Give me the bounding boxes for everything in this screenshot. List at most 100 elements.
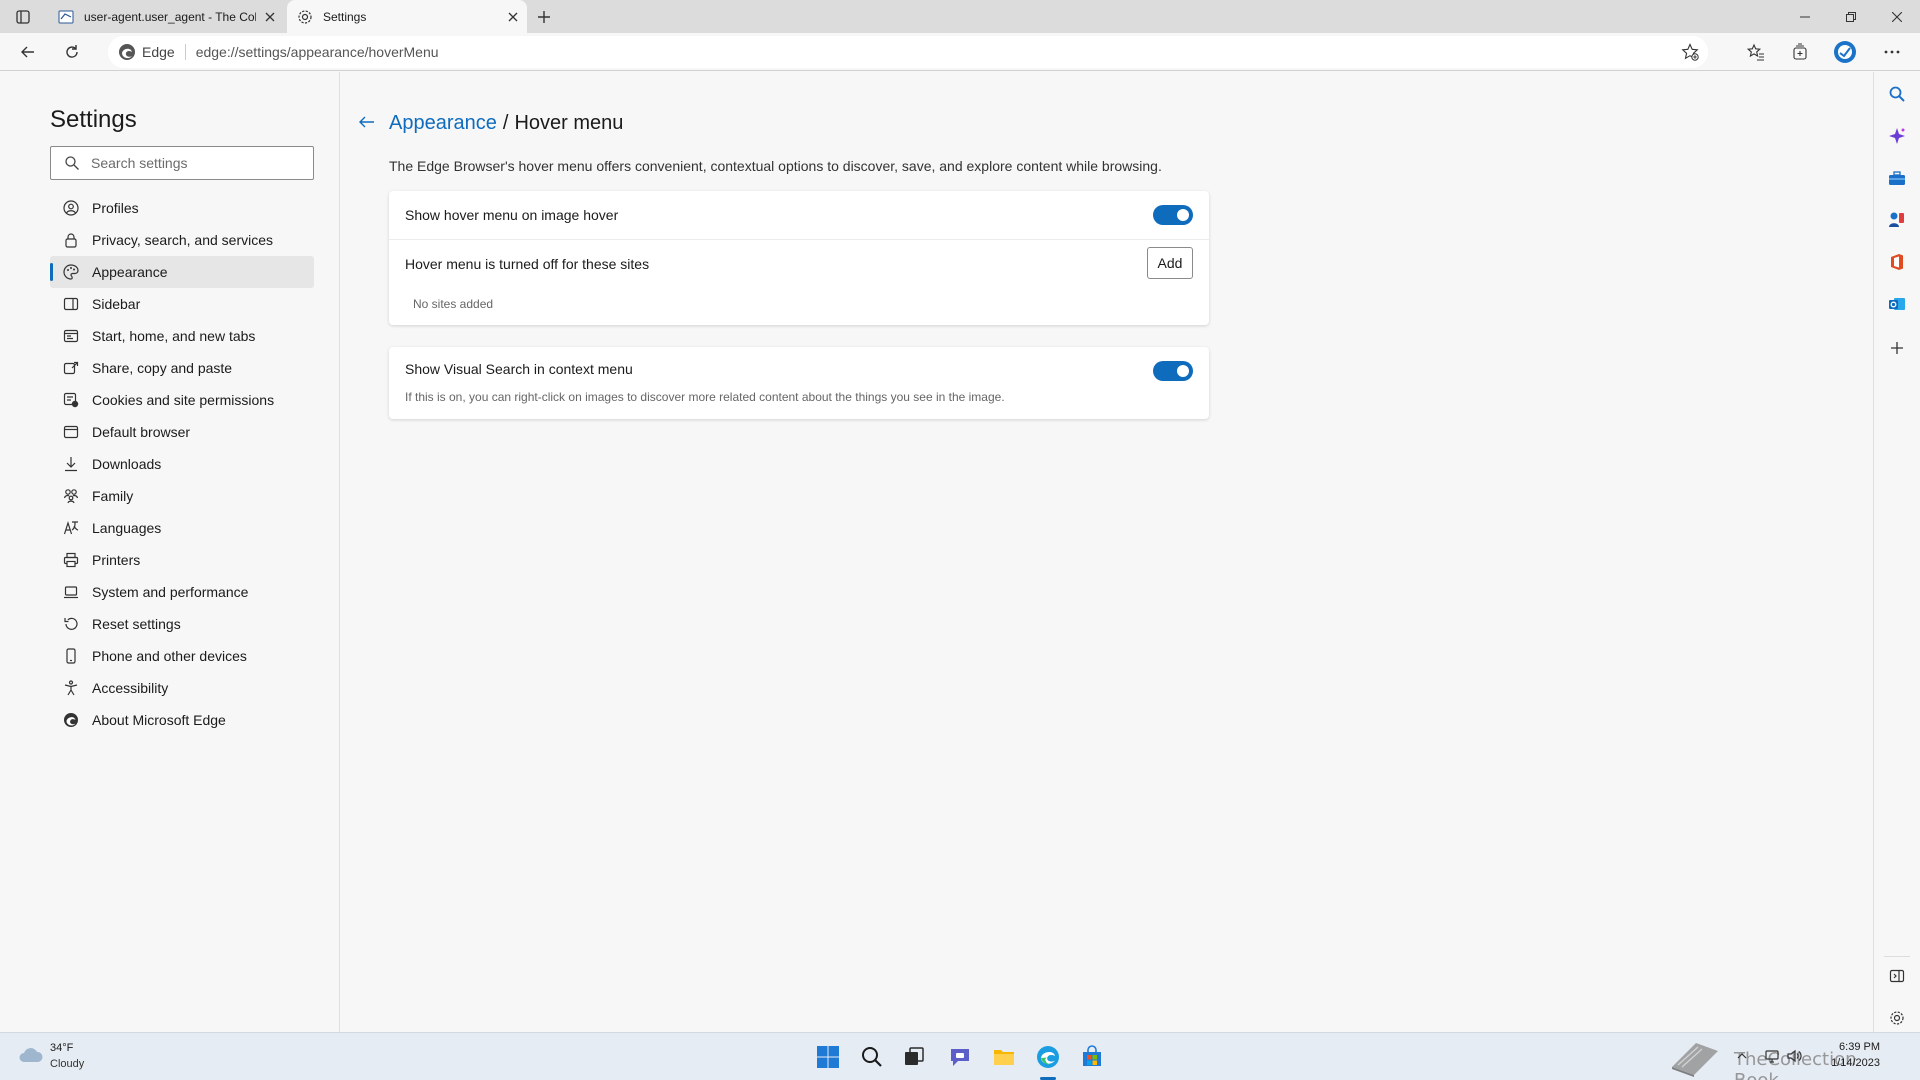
nav-item-languages[interactable]: Languages <box>50 512 314 544</box>
nav-item-label: Start, home, and new tabs <box>92 328 256 344</box>
collections-button[interactable] <box>1786 38 1814 66</box>
weather-condition[interactable]: Cloudy <box>50 1058 84 1070</box>
phone-icon <box>62 647 80 665</box>
sidebar-discover-button[interactable] <box>1887 126 1907 146</box>
volume-button[interactable] <box>1786 1048 1802 1064</box>
taskbar-search-button[interactable] <box>858 1043 886 1071</box>
breadcrumb-separator: / <box>502 112 509 134</box>
nav-item-appearance[interactable]: Appearance <box>50 256 314 288</box>
back-button[interactable] <box>14 38 42 66</box>
more-options-button[interactable] <box>1878 38 1906 66</box>
nav-item-profiles[interactable]: Profiles <box>50 192 314 224</box>
nav-item-label: Languages <box>92 520 162 536</box>
add-site-button[interactable]: Add <box>1147 247 1193 279</box>
nav-item-label: Printers <box>92 552 141 568</box>
weather-temperature[interactable]: 34°F <box>50 1042 73 1054</box>
tab-actions-button[interactable] <box>12 7 34 27</box>
file-explorer-button[interactable] <box>990 1043 1018 1071</box>
cookies-icon <box>62 391 80 409</box>
nav-item-label: Cookies and site permissions <box>92 392 275 408</box>
nav-item-cookies[interactable]: Cookies and site permissions <box>50 384 314 416</box>
close-window-button[interactable] <box>1874 0 1920 33</box>
minimize-button[interactable] <box>1782 0 1828 33</box>
breadcrumb-appearance-link[interactable]: Appearance <box>389 112 497 134</box>
hover-menu-toggle[interactable] <box>1153 205 1193 225</box>
nav-item-system[interactable]: System and performance <box>50 576 314 608</box>
start-button[interactable] <box>814 1043 842 1071</box>
nav-item-about[interactable]: About Microsoft Edge <box>50 704 314 736</box>
sidebar-office-button[interactable] <box>1887 252 1907 272</box>
tab-user-agent[interactable]: user-agent.user_agent - The Col <box>48 0 284 33</box>
sidebar-search-button[interactable] <box>1887 84 1907 104</box>
network-button[interactable] <box>1764 1048 1780 1064</box>
minimize-icon <box>1800 16 1810 17</box>
edge-taskbar-button[interactable] <box>1034 1043 1062 1071</box>
restore-button[interactable] <box>1828 0 1874 33</box>
store-icon <box>1083 1045 1101 1066</box>
tray-overflow-button[interactable] <box>1734 1048 1750 1064</box>
folder-icon <box>994 1050 1014 1065</box>
address-bar[interactable]: Edge edge://settings/appearance/hoverMen… <box>108 36 1708 68</box>
search-settings-box[interactable] <box>50 146 314 180</box>
sidebar-add-button[interactable] <box>1887 338 1907 358</box>
sidebar-outlook-button[interactable] <box>1887 294 1907 314</box>
printer-icon <box>62 551 80 569</box>
collections-icon <box>1793 43 1807 60</box>
nav-item-accessibility[interactable]: Accessibility <box>50 672 314 704</box>
plus-icon <box>1891 342 1903 354</box>
visual-search-description: If this is on, you can right-click on im… <box>405 390 1005 404</box>
store-button[interactable] <box>1078 1043 1106 1071</box>
task-view-button[interactable] <box>900 1043 928 1071</box>
browser-toolbar: Edge edge://settings/appearance/hoverMen… <box>0 33 1920 71</box>
tab-strip: user-agent.user_agent - The Col Settings <box>0 0 1920 33</box>
nav-item-printers[interactable]: Printers <box>50 544 314 576</box>
clock-time[interactable]: 6:39 PM <box>1830 1041 1880 1053</box>
favorites-button[interactable] <box>1742 38 1770 66</box>
nav-item-default-browser[interactable]: Default browser <box>50 416 314 448</box>
games-icon <box>1889 212 1904 227</box>
tab-settings[interactable]: Settings <box>287 0 527 33</box>
settings-nav: Settings Profiles Privacy, search, and s… <box>0 72 340 1032</box>
sidebar-tools-button[interactable] <box>1887 168 1907 188</box>
nav-item-phone[interactable]: Phone and other devices <box>50 640 314 672</box>
teams-chat-button[interactable] <box>946 1043 974 1071</box>
language-icon <box>62 519 80 537</box>
restore-icon <box>1846 11 1856 22</box>
page-favicon-icon <box>58 10 74 23</box>
nav-item-reset[interactable]: Reset settings <box>50 608 314 640</box>
breadcrumb: Appearance / Hover menu <box>389 112 623 135</box>
visual-search-toggle[interactable] <box>1153 361 1193 381</box>
url-text[interactable]: edge://settings/appearance/hoverMenu <box>196 44 439 60</box>
volume-icon <box>1787 1049 1802 1063</box>
sidebar-settings-button[interactable] <box>1887 1008 1907 1028</box>
clock-date[interactable]: 1/14/2023 <box>1820 1057 1880 1069</box>
tab-close-button[interactable] <box>499 3 527 31</box>
share-icon <box>62 359 80 377</box>
nav-item-label: Reset settings <box>92 616 181 632</box>
close-icon <box>1892 11 1902 22</box>
task-view-icon <box>905 1047 924 1065</box>
nav-item-sidebar[interactable]: Sidebar <box>50 288 314 320</box>
search-input[interactable] <box>91 155 291 171</box>
sidebar-games-button[interactable] <box>1887 210 1907 230</box>
nav-item-label: About Microsoft Edge <box>92 712 226 728</box>
nav-item-privacy[interactable]: Privacy, search, and services <box>50 224 314 256</box>
sidebar-hide-button[interactable] <box>1887 966 1907 986</box>
nav-item-share-copy[interactable]: Share, copy and paste <box>50 352 314 384</box>
nav-item-label: Sidebar <box>92 296 141 312</box>
new-tab-button[interactable] <box>532 5 556 29</box>
nav-item-downloads[interactable]: Downloads <box>50 448 314 480</box>
back-to-appearance-button[interactable] <box>357 112 377 132</box>
tab-title: user-agent.user_agent - The Col <box>84 9 256 24</box>
tab-close-button[interactable] <box>256 3 284 31</box>
reset-icon <box>62 615 80 633</box>
nav-item-family[interactable]: Family <box>50 480 314 512</box>
nav-item-start-home[interactable]: Start, home, and new tabs <box>50 320 314 352</box>
nav-item-label: Profiles <box>92 200 139 216</box>
refresh-button[interactable] <box>58 38 86 66</box>
settings-title: Settings <box>50 106 137 133</box>
profile-avatar-icon <box>1834 41 1856 63</box>
profile-button[interactable] <box>1831 38 1859 66</box>
add-favorite-button[interactable] <box>1680 42 1700 62</box>
nav-item-label: Downloads <box>92 456 162 472</box>
